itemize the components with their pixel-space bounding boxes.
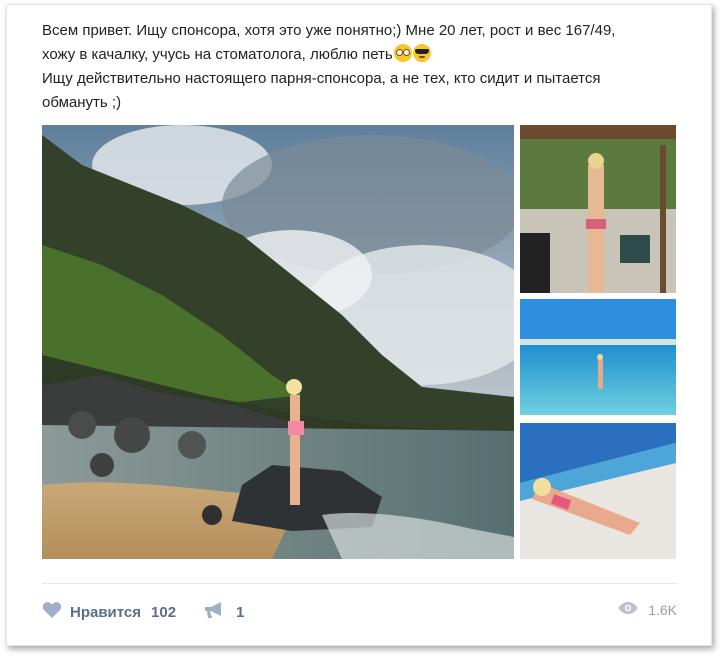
- photo-sea[interactable]: [520, 299, 676, 415]
- post-text-line: Ищу действительно настоящего парня-спонс…: [42, 70, 601, 87]
- photo-sunbathing[interactable]: [520, 423, 676, 559]
- like-button[interactable]: Нравится 102: [42, 601, 176, 623]
- post-card: Всем привет. Ищу спонсора, хотя это уже …: [6, 4, 712, 646]
- heart-icon: [42, 601, 62, 623]
- divider: [42, 583, 677, 584]
- eye-icon: [618, 601, 638, 618]
- post-text-line: Всем привет. Ищу спонсора, хотя это уже …: [42, 22, 616, 39]
- share-button[interactable]: 1: [204, 601, 244, 623]
- like-count: 102: [151, 603, 177, 621]
- dizzy-face-emoji-icon: [393, 44, 412, 62]
- photo-beach-rocks[interactable]: [42, 125, 514, 559]
- views-counter: 1.6K: [618, 601, 677, 618]
- photo-terrace[interactable]: [520, 125, 676, 293]
- megaphone-icon: [204, 601, 226, 623]
- post-text: Всем привет. Ищу спонсора, хотя это уже …: [42, 19, 682, 115]
- post-actions: Нравится 102 1 1.6K: [42, 601, 677, 625]
- sunglasses-emoji-icon: [412, 44, 431, 62]
- post-text-line: обмануть ;): [42, 94, 122, 111]
- post-text-fragment: хожу в качалку, учусь на стоматолога, лю…: [42, 46, 393, 63]
- views-count: 1.6K: [648, 601, 677, 618]
- post-text-line: хожу в качалку, учусь на стоматолога, лю…: [42, 43, 682, 67]
- like-label: Нравится: [70, 603, 142, 621]
- share-count: 1: [236, 603, 245, 621]
